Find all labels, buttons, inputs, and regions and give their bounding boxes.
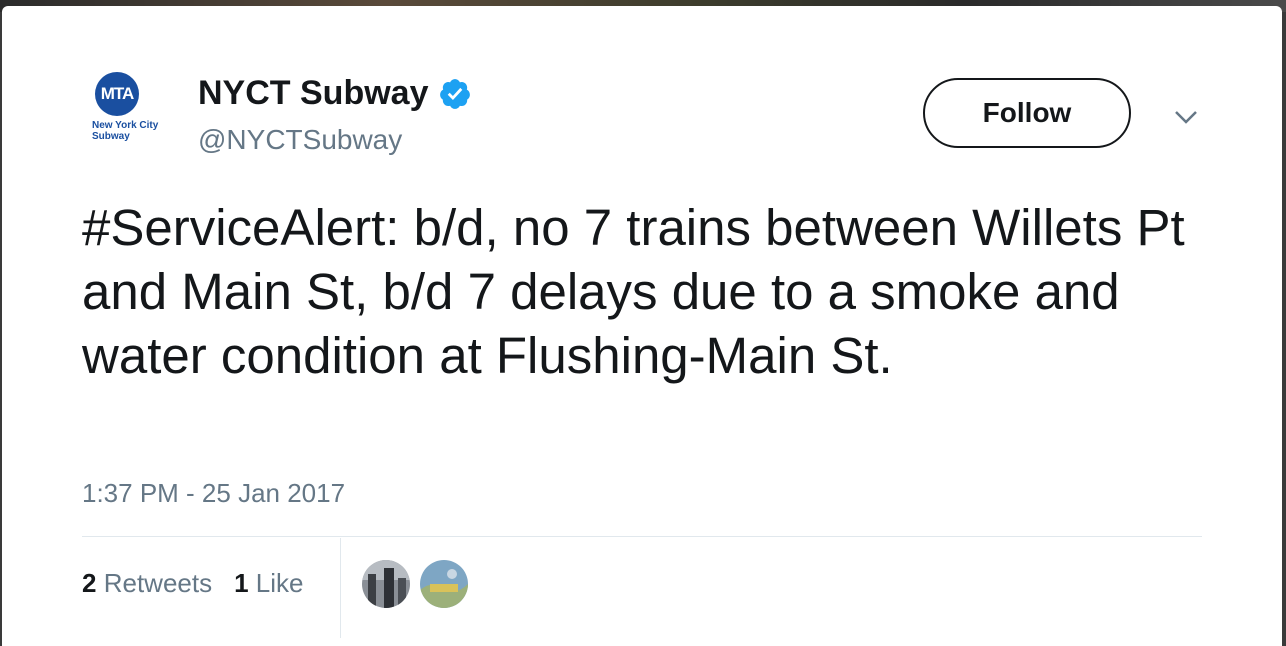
chevron-down-icon[interactable] <box>1168 103 1204 131</box>
logo-subtext: New York City Subway <box>92 120 159 142</box>
retweets-stat[interactable]: 2 Retweets <box>82 568 212 599</box>
logo-text: MTA <box>100 84 135 103</box>
timestamp[interactable]: 1:37 PM - 25 Jan 2017 <box>82 478 345 509</box>
liker-avatar-image <box>362 560 410 608</box>
verified-badge-icon <box>440 78 471 109</box>
handle[interactable]: @NYCTSubway <box>198 124 402 156</box>
display-name[interactable]: NYCT Subway <box>198 74 428 113</box>
liker-avatar[interactable] <box>362 560 410 608</box>
likes-label: Like <box>255 568 304 598</box>
divider-top <box>82 536 1202 537</box>
follow-button[interactable]: Follow <box>923 78 1131 148</box>
tweet-card: MTA New York City Subway NYCT Subway @NY… <box>2 6 1282 646</box>
avatar[interactable]: MTA New York City Subway <box>78 70 178 170</box>
likes-stat[interactable]: 1 Like <box>234 568 303 599</box>
retweets-label: Retweets <box>103 568 213 598</box>
liker-avatar[interactable] <box>420 560 468 608</box>
likes-count: 1 <box>234 568 249 598</box>
retweets-count: 2 <box>82 568 97 598</box>
display-name-row: NYCT Subway <box>198 74 472 113</box>
tweet-stats: 2 Retweets 1 Like <box>82 568 304 599</box>
tweet-text: #ServiceAlert: b/d, no 7 trains between … <box>82 199 1185 384</box>
liker-avatar-image <box>420 560 468 608</box>
stats-divider <box>340 538 341 638</box>
mta-logo: MTA <box>95 72 139 116</box>
